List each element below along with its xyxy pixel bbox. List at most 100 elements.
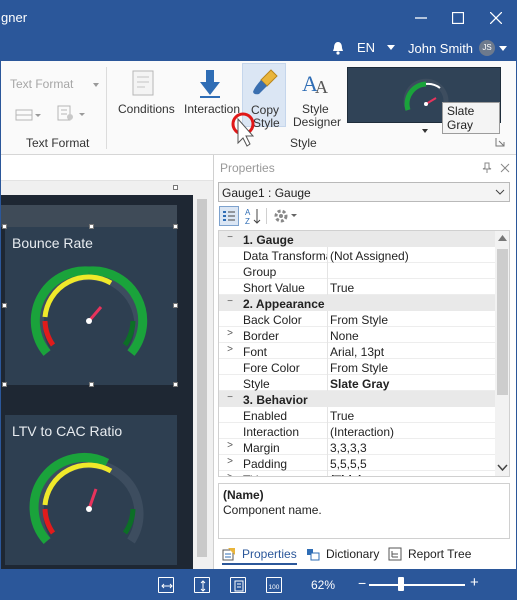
property-value[interactable]: Arial, 13pt — [330, 345, 384, 359]
resize-handle[interactable] — [89, 224, 94, 229]
conditions-icon[interactable] — [129, 69, 159, 99]
zoom-slider[interactable] — [369, 584, 465, 586]
fit-width-icon[interactable] — [158, 577, 174, 593]
property-row[interactable]: Group — [219, 263, 495, 279]
zoom-in-button[interactable]: + — [470, 574, 479, 591]
close-icon[interactable] — [500, 163, 510, 173]
resize-handle[interactable] — [173, 224, 178, 229]
bell-icon[interactable] — [332, 41, 344, 55]
property-row[interactable]: Fore Color From Style — [219, 359, 495, 375]
collapse-icon[interactable]: − — [223, 232, 237, 246]
expand-icon[interactable]: > — [223, 472, 237, 476]
expand-icon[interactable]: > — [223, 440, 237, 454]
border-icon[interactable] — [15, 107, 41, 123]
expand-icon[interactable]: > — [223, 344, 237, 358]
tab-properties[interactable]: Properties — [222, 547, 297, 565]
resize-handle[interactable] — [2, 224, 7, 229]
property-row[interactable]: Interaction (Interaction) — [219, 423, 495, 439]
page-view-icon[interactable] — [230, 577, 246, 593]
style-designer-icon[interactable]: A A — [301, 69, 331, 97]
chevron-down-icon[interactable] — [93, 83, 99, 87]
column-divider — [327, 279, 328, 295]
zoom-out-button[interactable]: − — [358, 575, 366, 591]
zoom-slider-thumb[interactable] — [397, 577, 404, 591]
component-selector[interactable]: Gauge1 : Gauge — [218, 182, 510, 202]
property-grid-scrollbar[interactable] — [495, 231, 509, 476]
tab-report-tree[interactable]: Report Tree — [388, 547, 471, 561]
dashboard-area[interactable]: Bounce Rate LTV to CAC Ratio — [1, 185, 193, 569]
resize-handle[interactable] — [89, 382, 94, 387]
report-canvas[interactable]: Bounce Rate LTV to CAC Ratio — [1, 155, 213, 583]
property-row[interactable]: > Margin 3,3,3,3 — [219, 439, 495, 455]
property-value[interactable]: From Style — [330, 361, 388, 375]
resize-handle[interactable] — [2, 303, 7, 308]
property-category[interactable]: −2. Appearance — [219, 295, 495, 311]
gauge-panel[interactable]: LTV to CAC Ratio — [5, 415, 177, 565]
user-name[interactable]: John Smith — [408, 41, 473, 56]
canvas-scrollbar[interactable] — [194, 181, 210, 583]
property-row[interactable]: > Font Arial, 13pt — [219, 343, 495, 359]
property-value[interactable]: 5,5,5,5 — [330, 457, 367, 471]
property-value[interactable]: (Interaction) — [330, 425, 394, 439]
sort-az-icon[interactable]: A Z — [244, 207, 262, 225]
property-value[interactable]: From Style — [330, 313, 388, 327]
collapse-icon[interactable]: − — [223, 392, 237, 406]
property-row[interactable]: Short Value True — [219, 279, 495, 295]
chevron-down-icon[interactable] — [387, 45, 395, 50]
style-designer-label[interactable]: Designer — [293, 116, 341, 129]
chevron-down-icon[interactable] — [422, 129, 428, 133]
property-row[interactable]: Enabled True — [219, 407, 495, 423]
property-row[interactable]: > Title(Title) — [219, 471, 495, 476]
property-row[interactable]: Back Color From Style — [219, 311, 495, 327]
close-button[interactable] — [477, 1, 515, 35]
property-row[interactable]: > Padding 5,5,5,5 — [219, 455, 495, 471]
property-value[interactable]: (Not Assigned) — [330, 249, 409, 263]
tab-dictionary[interactable]: Dictionary — [306, 547, 379, 561]
dialog-launcher-icon[interactable] — [495, 137, 505, 147]
avatar[interactable]: JS — [479, 40, 495, 56]
property-value[interactable]: 3,3,3,3 — [330, 441, 367, 455]
pin-icon[interactable] — [482, 162, 492, 174]
property-grid[interactable]: −1. Gauge Data Transformat (Not Assigned) G… — [218, 230, 510, 477]
property-row[interactable]: > Border None — [219, 327, 495, 343]
categorized-view-icon[interactable] — [219, 206, 239, 226]
property-category[interactable]: −1. Gauge — [219, 231, 495, 247]
property-category[interactable]: −3. Behavior — [219, 391, 495, 407]
property-value[interactable]: True — [330, 281, 354, 295]
resize-handle[interactable] — [173, 185, 178, 190]
column-divider — [327, 343, 328, 359]
panel-title: Properties — [220, 161, 275, 175]
column-divider — [327, 375, 328, 391]
resize-handle[interactable] — [2, 382, 7, 387]
gauge-panel[interactable]: Bounce Rate — [2, 224, 178, 387]
property-row[interactable]: Style Slate Gray — [219, 375, 495, 391]
scrollbar-thumb[interactable] — [497, 249, 508, 395]
expand-icon[interactable]: > — [223, 456, 237, 470]
expand-icon — [223, 264, 237, 278]
scrollbar-thumb[interactable] — [197, 199, 207, 557]
text-format-dropdown[interactable]: Text Format — [10, 77, 73, 91]
zoom-100-icon[interactable]: 100 — [266, 577, 282, 593]
gear-icon[interactable] — [272, 207, 298, 225]
language-selector[interactable]: EN — [357, 40, 375, 55]
format-icon[interactable] — [57, 105, 89, 123]
scroll-up-icon[interactable] — [498, 235, 507, 241]
resize-handle[interactable] — [173, 303, 178, 308]
conditions-button[interactable]: Conditions — [118, 103, 175, 116]
chevron-down-icon[interactable] — [499, 46, 507, 51]
property-value[interactable]: Slate Gray — [330, 377, 389, 391]
property-value[interactable]: None — [330, 329, 359, 343]
property-value[interactable]: (Title) — [330, 473, 362, 476]
collapse-icon[interactable]: − — [223, 296, 237, 310]
expand-icon[interactable]: > — [223, 328, 237, 342]
maximize-button[interactable] — [439, 1, 477, 35]
minimize-button[interactable] — [402, 1, 440, 35]
interaction-icon[interactable] — [197, 69, 223, 99]
svg-text:Z: Z — [245, 217, 250, 225]
style-preview[interactable]: Slate Gray — [347, 67, 501, 134]
property-value[interactable]: True — [330, 409, 354, 423]
resize-handle[interactable] — [173, 382, 178, 387]
property-row[interactable]: Data Transformat (Not Assigned) — [219, 247, 495, 263]
fit-height-icon[interactable] — [194, 577, 210, 593]
scroll-down-icon[interactable] — [497, 464, 508, 471]
